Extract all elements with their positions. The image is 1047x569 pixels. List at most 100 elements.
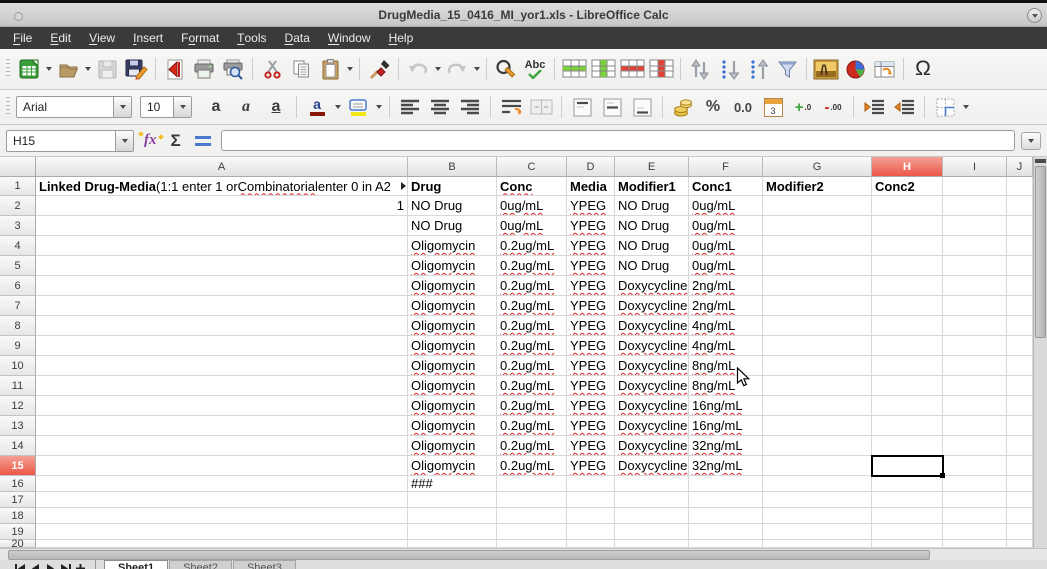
row-header-14[interactable]: 14 [0,436,36,456]
cell-I13[interactable] [943,416,1007,436]
cell-I16[interactable] [943,476,1007,492]
cell-J1[interactable] [1007,177,1033,196]
insert-image-button[interactable] [812,55,840,83]
row-header-7[interactable]: 7 [0,296,36,316]
cell-G14[interactable] [763,436,872,456]
cell-C4[interactable]: 0.2ug/mL [497,236,567,256]
sheet-tab-sheet2[interactable]: Sheet2 [169,560,232,569]
cell-E16[interactable] [615,476,689,492]
cell-F13[interactable]: 16ng/mL [689,416,763,436]
cell-B7[interactable]: Oligomycin [408,296,497,316]
cell-I1[interactable] [943,177,1007,196]
cell-E3[interactable]: NO Drug [615,216,689,236]
insert-columns-button[interactable] [589,55,617,83]
cell-H3[interactable] [872,216,943,236]
save-button[interactable] [93,55,121,83]
row-header-12[interactable]: 12 [0,396,36,416]
find-replace-button[interactable] [492,55,520,83]
cell-D4[interactable]: YPEG [567,236,615,256]
formula-button[interactable] [195,136,211,146]
cell-F18[interactable] [689,508,763,524]
column-header-H[interactable]: H [872,157,943,177]
cell-D13[interactable]: YPEG [567,416,615,436]
row-header-3[interactable]: 3 [0,216,36,236]
cell-F17[interactable] [689,492,763,508]
font-color-dropdown[interactable] [333,94,342,120]
sort-ascending-button[interactable] [715,55,743,83]
cell-F12[interactable]: 16ng/mL [689,396,763,416]
cell-G10[interactable] [763,356,872,376]
cell-A20[interactable] [36,540,408,548]
cell-C13[interactable]: 0.2ug/mL [497,416,567,436]
cell-G13[interactable] [763,416,872,436]
column-header-G[interactable]: G [763,157,872,177]
cell-I9[interactable] [943,336,1007,356]
cell-D20[interactable] [567,540,615,548]
toolbar-grip[interactable] [6,97,10,117]
cell-D16[interactable] [567,476,615,492]
cell-C1[interactable]: Conc [497,177,567,196]
cell-I10[interactable] [943,356,1007,376]
column-header-I[interactable]: I [943,157,1007,177]
cell-D15[interactable]: YPEG [567,456,615,476]
cell-E2[interactable]: NO Drug [615,196,689,216]
menu-tools[interactable]: Tools [228,27,275,49]
copy-button[interactable] [287,55,315,83]
highlighting-dropdown[interactable] [374,94,383,120]
cell-F3[interactable]: 0ug/mL [689,216,763,236]
cell-D7[interactable]: YPEG [567,296,615,316]
cell-A2[interactable]: 1 [36,196,408,216]
redo-button[interactable] [443,55,471,83]
cell-I12[interactable] [943,396,1007,416]
row-header-10[interactable]: 10 [0,356,36,376]
cell-B13[interactable]: Oligomycin [408,416,497,436]
cut-button[interactable] [258,55,286,83]
cell-C18[interactable] [497,508,567,524]
cell-A6[interactable] [36,276,408,296]
new-dropdown[interactable] [44,56,53,82]
cell-H19[interactable] [872,524,943,540]
cell-C19[interactable] [497,524,567,540]
row-header-15[interactable]: 15 [0,456,36,476]
cell-C17[interactable] [497,492,567,508]
cell-E15[interactable]: Doxycycline [615,456,689,476]
menu-edit[interactable]: Edit [41,27,80,49]
combo-dropdown[interactable] [113,97,131,117]
cell-I15[interactable] [943,456,1007,476]
add-sheet-button[interactable] [74,561,87,569]
cell-J19[interactable] [1007,524,1033,540]
cell-C15[interactable]: 0.2ug/mL [497,456,567,476]
cell-G11[interactable] [763,376,872,396]
cell-B16[interactable]: ### [408,476,497,492]
cell-I19[interactable] [943,524,1007,540]
cell-J18[interactable] [1007,508,1033,524]
cell-E10[interactable]: Doxycycline [615,356,689,376]
cell-D6[interactable]: YPEG [567,276,615,296]
cell-D19[interactable] [567,524,615,540]
cell-D1[interactable]: Media [567,177,615,196]
row-header-18[interactable]: 18 [0,508,36,524]
window-menu-icon[interactable] [14,12,23,21]
cell-C10[interactable]: 0.2ug/mL [497,356,567,376]
highlighting-color-button[interactable] [344,93,372,121]
cell-J20[interactable] [1007,540,1033,548]
cell-J8[interactable] [1007,316,1033,336]
redo-dropdown[interactable] [472,56,481,82]
cell-I20[interactable] [943,540,1007,548]
cell-J10[interactable] [1007,356,1033,376]
first-sheet-button[interactable] [14,561,27,569]
cell-A5[interactable] [36,256,408,276]
cell-D8[interactable]: YPEG [567,316,615,336]
cell-C5[interactable]: 0.2ug/mL [497,256,567,276]
print-button[interactable] [190,55,218,83]
cell-G18[interactable] [763,508,872,524]
paste-button[interactable] [316,55,344,83]
print-preview-button[interactable] [219,55,247,83]
align-top-button[interactable] [568,93,596,121]
cell-I5[interactable] [943,256,1007,276]
cell-D18[interactable] [567,508,615,524]
row-header-11[interactable]: 11 [0,376,36,396]
cell-A11[interactable] [36,376,408,396]
add-decimal-button[interactable]: +.0 [789,93,817,121]
cell-J13[interactable] [1007,416,1033,436]
